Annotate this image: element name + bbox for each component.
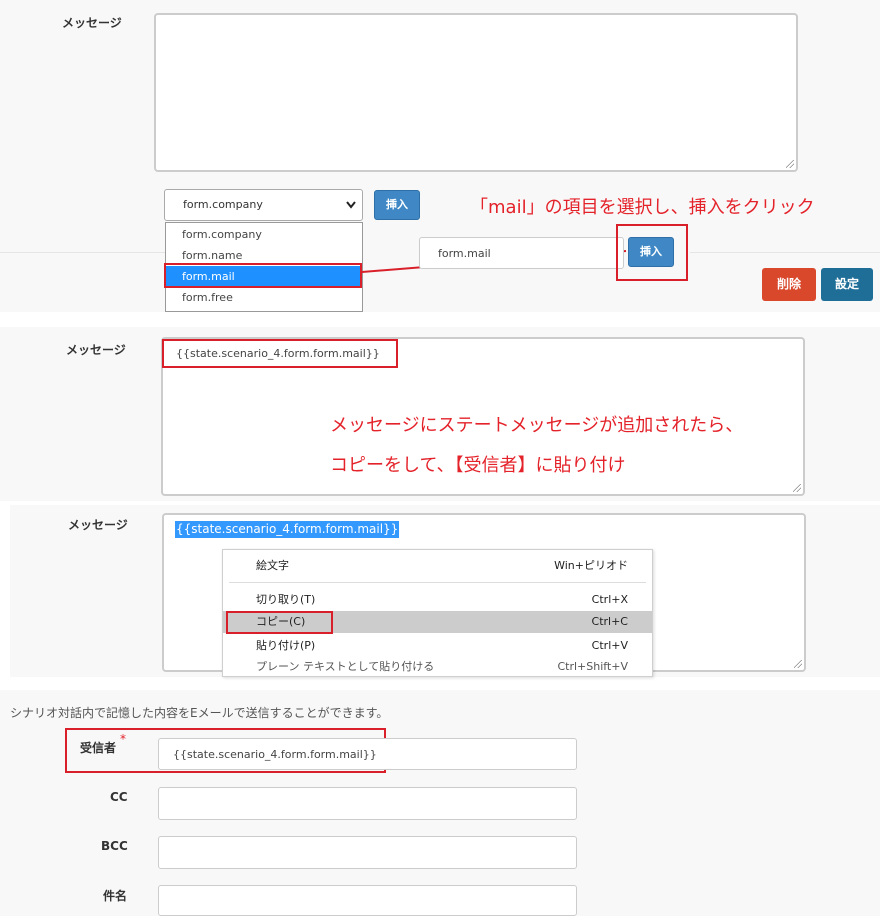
menu-item-emoji[interactable]: 絵文字 Win+ピリオド — [223, 555, 652, 577]
menu-item-paste-plain[interactable]: プレーン テキストとして貼り付ける Ctrl+Shift+V — [223, 656, 652, 678]
menu-item-cut[interactable]: 切り取り(T) Ctrl+X — [223, 589, 652, 611]
menu-item-paste[interactable]: 貼り付け(P) Ctrl+V — [223, 635, 652, 657]
cc-label: CC — [110, 790, 128, 804]
section-copy-menu: メッセージ {{state.scenario_4.form.form.mail}… — [10, 505, 880, 677]
highlight-message-text — [162, 339, 398, 368]
recipient-label: 受信者 — [80, 741, 117, 755]
menu-separator — [229, 582, 646, 583]
subject-input[interactable] — [158, 885, 577, 916]
selected-message-text: {{state.scenario_4.form.form.mail}} — [175, 521, 400, 538]
section-email-form: シナリオ対話内で記憶した内容をEメールで送信することができます。 受信者 * {… — [0, 690, 880, 916]
resize-grip-icon[interactable] — [794, 660, 802, 668]
delete-button[interactable]: 削除 — [762, 268, 816, 301]
required-mark: * — [120, 732, 126, 746]
recipient-input-value: {{state.scenario_4.form.form.mail}} — [173, 748, 377, 761]
form-description: シナリオ対話内で記憶した内容をEメールで送信することができます。 — [10, 706, 389, 720]
bcc-label: BCC — [101, 839, 128, 853]
resize-grip-icon[interactable] — [793, 484, 801, 492]
message-label: メッセージ — [68, 518, 128, 532]
annotation-copy-line2: コピーをして、【受信者】に貼り付け — [330, 455, 626, 476]
highlight-insert-button — [616, 224, 688, 281]
bcc-input[interactable] — [158, 836, 577, 869]
subject-label: 件名 — [103, 889, 128, 903]
section-message-added: メッセージ {{state.scenario_4.form.form.mail}… — [0, 327, 880, 501]
settings-button[interactable]: 設定 — [821, 268, 873, 301]
section-insert-field: メッセージ form.company 挿入 「mail」の項目を選択し、挿入をク… — [0, 0, 880, 312]
cc-input[interactable] — [158, 787, 577, 820]
highlight-copy-item — [226, 611, 333, 634]
zoom-field: form.mail — [419, 237, 624, 269]
annotation-copy-line1: メッセージにステートメッセージが追加されたら、 — [330, 415, 744, 436]
zoom-field-value: form.mail — [438, 247, 491, 260]
message-label: メッセージ — [66, 343, 126, 357]
recipient-input[interactable]: {{state.scenario_4.form.form.mail}} — [158, 738, 577, 770]
